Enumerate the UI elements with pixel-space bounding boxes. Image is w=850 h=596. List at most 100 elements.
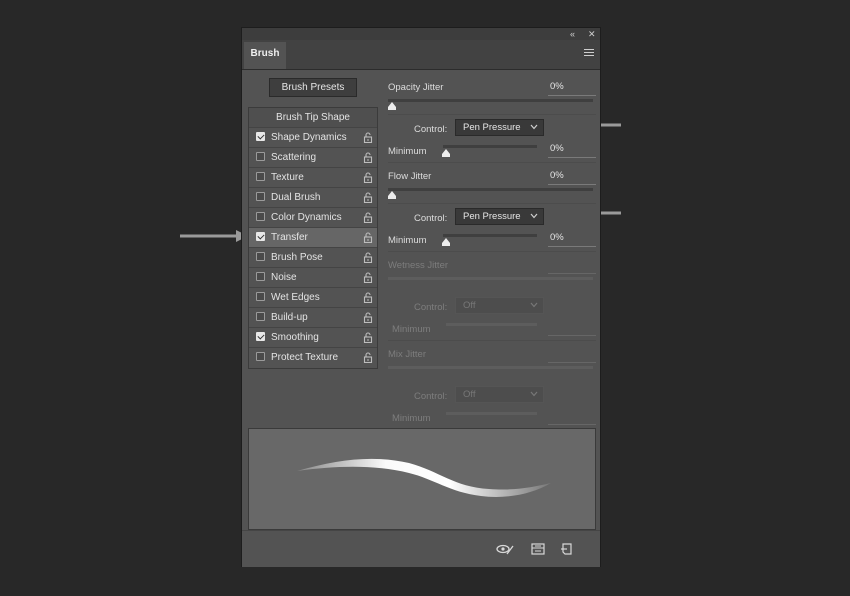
brush-option-brush-pose[interactable]: Brush Pose bbox=[249, 248, 377, 268]
opacity-minimum-slider-thumb[interactable] bbox=[442, 149, 450, 157]
lock-icon[interactable] bbox=[363, 352, 373, 363]
opacity-minimum-label: Minimum bbox=[388, 146, 427, 157]
chevron-down-icon bbox=[530, 302, 538, 308]
new-brush-preset-icon[interactable] bbox=[560, 543, 574, 555]
lock-icon[interactable] bbox=[363, 252, 373, 263]
option-label: Brush Pose bbox=[271, 252, 323, 263]
checkbox[interactable] bbox=[256, 272, 265, 281]
brush-option-shape-dynamics[interactable]: Shape Dynamics bbox=[249, 128, 377, 148]
checkbox[interactable] bbox=[256, 132, 265, 141]
wetness-control-select: Off bbox=[455, 297, 544, 314]
option-label: Shape Dynamics bbox=[271, 132, 347, 143]
wetness-jitter-value bbox=[548, 258, 596, 274]
flow-jitter-value[interactable]: 0% bbox=[548, 169, 596, 185]
brush-option-transfer[interactable]: Transfer bbox=[249, 228, 377, 248]
opacity-jitter-value[interactable]: 0% bbox=[548, 80, 596, 96]
checkbox[interactable] bbox=[256, 172, 265, 181]
lock-icon[interactable] bbox=[363, 212, 373, 223]
checkbox[interactable] bbox=[256, 332, 265, 341]
lock-icon[interactable] bbox=[363, 172, 373, 183]
lock-icon[interactable] bbox=[363, 312, 373, 323]
checkbox[interactable] bbox=[256, 152, 265, 161]
lock-icon[interactable] bbox=[363, 192, 373, 203]
brush-option-protect-texture[interactable]: Protect Texture bbox=[249, 348, 377, 368]
flow-minimum-slider[interactable] bbox=[443, 234, 537, 237]
lock-icon[interactable] bbox=[363, 132, 373, 143]
checkbox[interactable] bbox=[256, 212, 265, 221]
brush-option-dual-brush[interactable]: Dual Brush bbox=[249, 188, 377, 208]
option-label: Dual Brush bbox=[271, 192, 321, 203]
opacity-jitter-slider[interactable] bbox=[388, 99, 593, 102]
wetness-jitter-label: Wetness Jitter bbox=[388, 260, 449, 271]
close-icon[interactable]: ✕ bbox=[588, 28, 596, 40]
flow-jitter-slider[interactable] bbox=[388, 188, 593, 191]
mix-control-select: Off bbox=[455, 386, 544, 403]
divider bbox=[388, 162, 596, 163]
opacity-control-select[interactable]: Pen Pressure bbox=[455, 119, 544, 136]
option-label: Color Dynamics bbox=[271, 212, 342, 223]
flow-control-select[interactable]: Pen Pressure bbox=[455, 208, 544, 225]
divider bbox=[388, 340, 596, 341]
brush-option-scattering[interactable]: Scattering bbox=[249, 148, 377, 168]
option-label: Smoothing bbox=[271, 332, 319, 343]
option-label: Build-up bbox=[271, 312, 308, 323]
wetness-minimum-value bbox=[548, 320, 596, 336]
opacity-jitter-slider-thumb[interactable] bbox=[388, 102, 396, 110]
divider bbox=[388, 114, 596, 115]
option-label: Texture bbox=[271, 172, 304, 183]
flow-control-label: Control: bbox=[414, 213, 448, 224]
checkbox[interactable] bbox=[256, 192, 265, 201]
opacity-minimum-slider[interactable] bbox=[443, 145, 537, 148]
toggle-live-tip-preview-icon[interactable] bbox=[496, 543, 514, 555]
panel-bottom-bar bbox=[242, 530, 600, 567]
brush-option-noise[interactable]: Noise bbox=[249, 268, 377, 288]
mix-minimum-slider bbox=[446, 412, 537, 415]
brush-projection-icon[interactable] bbox=[531, 543, 545, 555]
option-label: Protect Texture bbox=[271, 352, 339, 363]
checkbox[interactable] bbox=[256, 292, 265, 301]
tab-brush[interactable]: Brush bbox=[244, 42, 286, 69]
brush-stroke-preview bbox=[248, 428, 596, 530]
lock-icon[interactable] bbox=[363, 152, 373, 163]
mix-jitter-slider bbox=[388, 366, 593, 369]
brush-option-color-dynamics[interactable]: Color Dynamics bbox=[249, 208, 377, 228]
lock-icon[interactable] bbox=[363, 272, 373, 283]
option-label: Wet Edges bbox=[271, 292, 320, 303]
brush-panel: « ✕ Brush Brush Presets Brush Tip Shape S… bbox=[241, 27, 601, 567]
checkbox[interactable] bbox=[256, 232, 265, 241]
checkbox[interactable] bbox=[256, 352, 265, 361]
brush-option-smoothing[interactable]: Smoothing bbox=[249, 328, 377, 348]
flow-jitter-label: Flow Jitter bbox=[388, 171, 432, 182]
flow-minimum-value[interactable]: 0% bbox=[548, 231, 596, 247]
collapse-icon[interactable]: « bbox=[570, 28, 575, 40]
wetness-jitter-slider bbox=[388, 277, 593, 280]
option-label: Noise bbox=[271, 272, 297, 283]
brush-option-texture[interactable]: Texture bbox=[249, 168, 377, 188]
lock-icon[interactable] bbox=[363, 232, 373, 243]
option-label: Transfer bbox=[271, 232, 308, 243]
checkbox[interactable] bbox=[256, 252, 265, 261]
lock-icon[interactable] bbox=[363, 332, 373, 343]
flow-minimum-slider-thumb[interactable] bbox=[442, 238, 450, 246]
tab-strip: Brush bbox=[242, 40, 600, 70]
mix-minimum-value bbox=[548, 409, 596, 425]
stroke-preview-graphic bbox=[297, 458, 551, 497]
brush-options-list: Brush Tip Shape Shape Dynamics Scattering T… bbox=[248, 107, 378, 369]
brush-option-brush-tip-shape[interactable]: Brush Tip Shape bbox=[249, 108, 377, 128]
panel-title-bar[interactable]: « ✕ bbox=[242, 28, 600, 40]
option-label: Brush Tip Shape bbox=[276, 112, 350, 123]
brush-presets-button[interactable]: Brush Presets bbox=[269, 78, 357, 97]
chevron-down-icon bbox=[530, 124, 538, 130]
checkbox[interactable] bbox=[256, 312, 265, 321]
wetness-minimum-slider bbox=[446, 323, 537, 326]
mix-minimum-label: Minimum bbox=[392, 413, 431, 424]
divider bbox=[388, 203, 596, 204]
hamburger-menu-icon[interactable] bbox=[584, 49, 594, 57]
chevron-down-icon bbox=[530, 213, 538, 219]
brush-option-wet-edges[interactable]: Wet Edges bbox=[249, 288, 377, 308]
flow-jitter-slider-thumb[interactable] bbox=[388, 191, 396, 199]
brush-option-build-up[interactable]: Build-up bbox=[249, 308, 377, 328]
opacity-minimum-value[interactable]: 0% bbox=[548, 142, 596, 158]
chevron-down-icon bbox=[530, 391, 538, 397]
lock-icon[interactable] bbox=[363, 292, 373, 303]
